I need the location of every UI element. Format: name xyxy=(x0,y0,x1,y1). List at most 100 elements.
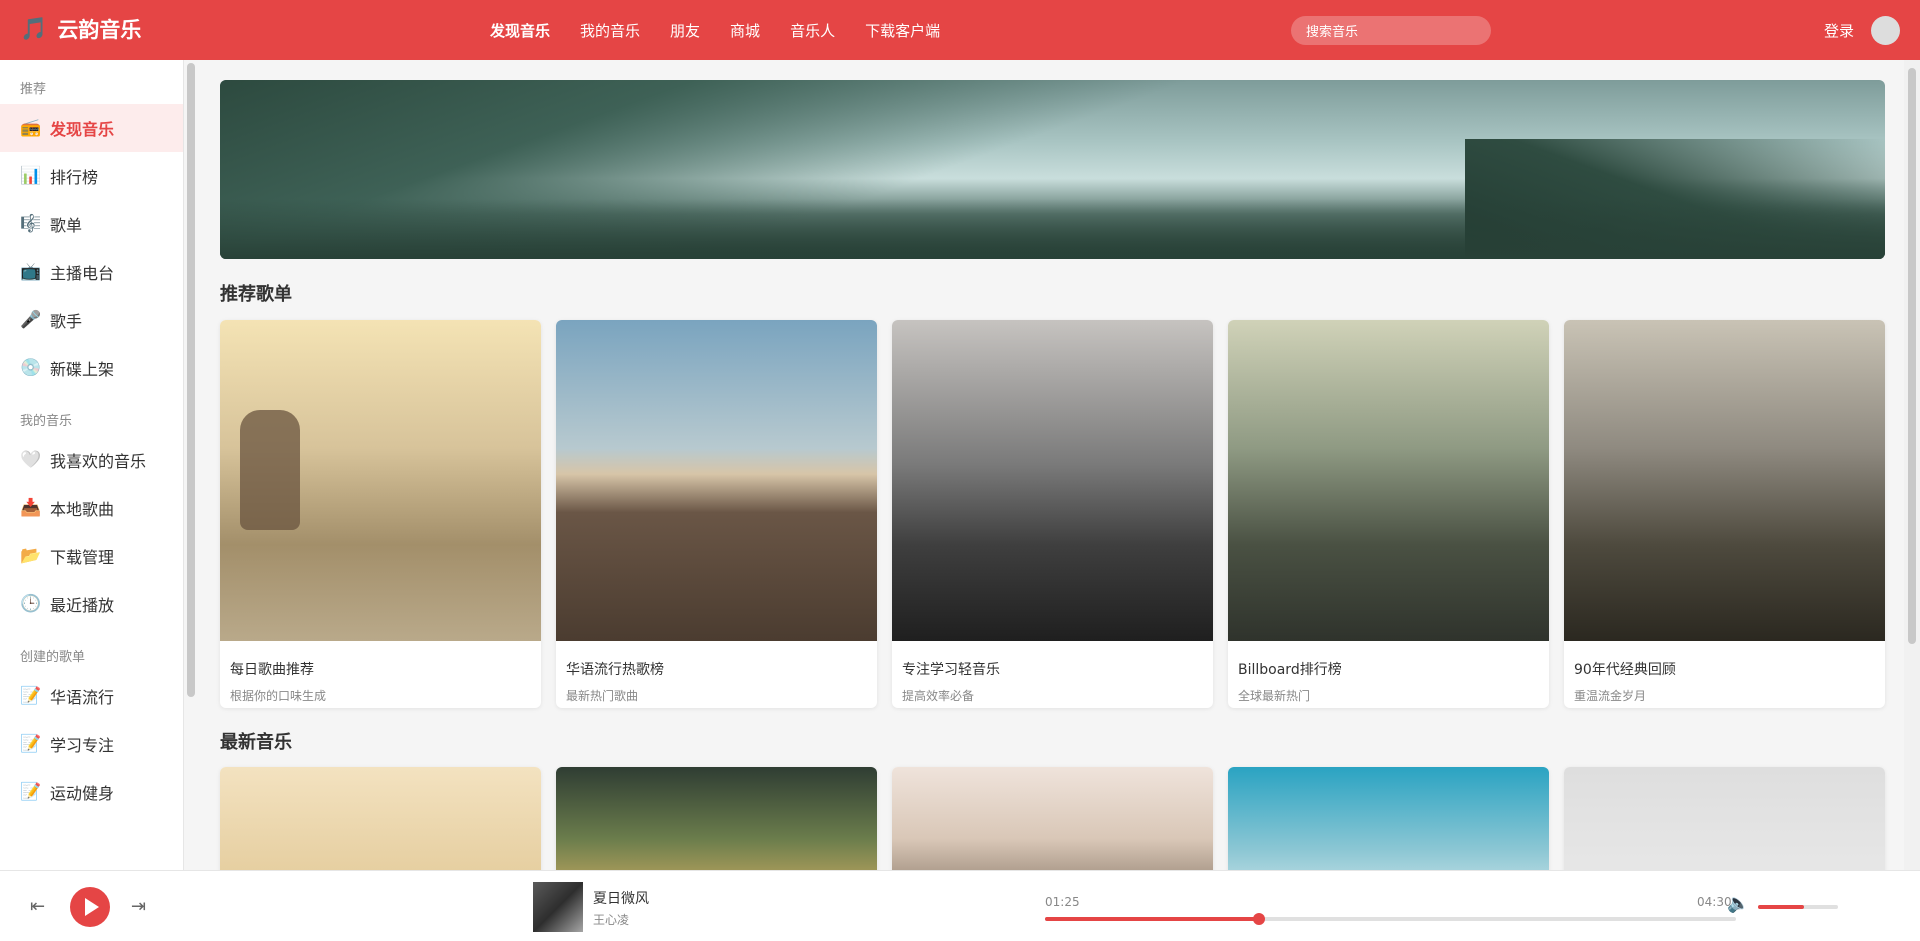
recommended-playlists: 每日歌曲推荐 根据你的口味生成 华语流行热歌榜 最新热门歌曲 专注学习轻音乐 提… xyxy=(220,320,1885,708)
playlist-title: Billboard排行榜 xyxy=(1238,662,1342,678)
memo-icon: 📝 xyxy=(20,686,42,706)
playlist-subtitle: 重温流金岁月 xyxy=(1574,689,1647,703)
progress-handle[interactable] xyxy=(1253,913,1266,925)
main-scrollbar[interactable] xyxy=(1908,68,1916,644)
volume-slider[interactable] xyxy=(1758,905,1838,909)
section-title-new-music: 最新音乐 xyxy=(220,732,292,753)
next-track-icon[interactable]: ⇥ xyxy=(131,896,146,917)
sidebar-item-label: 下载管理 xyxy=(50,548,115,567)
sidebar-item-playlist-pop[interactable]: 📝 华语流行 xyxy=(0,672,183,720)
playlist-subtitle: 最新热门歌曲 xyxy=(566,689,639,703)
now-playing-cover[interactable] xyxy=(533,882,583,932)
heart-icon: 🤍 xyxy=(20,450,42,470)
sidebar-section-title: 推荐 xyxy=(20,82,47,97)
playlist-title: 专注学习轻音乐 xyxy=(902,662,1000,678)
playlist-cover xyxy=(892,320,1213,641)
music-cover xyxy=(220,767,541,870)
playlist-card[interactable]: 专注学习轻音乐 提高效率必备 xyxy=(892,320,1213,708)
sidebar-item-discover[interactable]: 📻 发现音乐 xyxy=(0,104,183,152)
sidebar-item-label: 新碟上架 xyxy=(50,360,115,379)
sidebar: 推荐 📻 发现音乐 📊 排行榜 🎼 歌单 📺 主播电台 🎤 歌手 💿 新碟上架 … xyxy=(0,60,184,870)
previous-track-icon[interactable]: ⇤ xyxy=(30,896,45,917)
volume-fill xyxy=(1758,905,1805,909)
play-button[interactable] xyxy=(70,887,110,927)
sidebar-item-label: 歌手 xyxy=(50,312,83,331)
sidebar-scrollbar[interactable] xyxy=(187,63,195,697)
playlist-card[interactable]: Billboard排行榜 全球最新热门 xyxy=(1228,320,1549,708)
progress-fill xyxy=(1045,917,1260,921)
sidebar-item-playlist-study[interactable]: 📝 学习专注 xyxy=(0,720,183,768)
sidebar-section-title: 创建的歌单 xyxy=(20,650,86,665)
music-card[interactable] xyxy=(220,767,541,870)
sidebar-item-label: 主播电台 xyxy=(50,264,115,283)
music-note-icon: 🎵 xyxy=(20,16,48,42)
app-logo[interactable]: 🎵 云韵音乐 xyxy=(20,14,141,44)
playlist-cover xyxy=(1228,320,1549,641)
sidebar-item-playlists[interactable]: 🎼 歌单 xyxy=(0,200,183,248)
top-header: 🎵 云韵音乐 发现音乐 我的音乐 朋友 商城 音乐人 下载客户端 搜索音乐 登录 xyxy=(0,0,1920,60)
play-icon xyxy=(85,898,99,916)
playlist-card[interactable]: 每日歌曲推荐 根据你的口味生成 xyxy=(220,320,541,708)
memo-icon: 📝 xyxy=(20,734,42,754)
sidebar-item-artists[interactable]: 🎤 歌手 xyxy=(0,296,183,344)
music-cover xyxy=(1564,767,1885,870)
sidebar-item-label: 华语流行 xyxy=(50,688,115,707)
microphone-icon: 🎤 xyxy=(20,310,42,330)
folder-icon: 📂 xyxy=(20,546,42,566)
sidebar-item-recent[interactable]: 🕒 最近播放 xyxy=(0,580,183,628)
playlist-card[interactable]: 华语流行热歌榜 最新热门歌曲 xyxy=(556,320,877,708)
music-card[interactable] xyxy=(892,767,1213,870)
new-music-list xyxy=(220,767,1885,870)
sidebar-item-radio[interactable]: 📺 主播电台 xyxy=(0,248,183,296)
nav-my-music[interactable]: 我的音乐 xyxy=(580,20,640,41)
music-card[interactable] xyxy=(556,767,877,870)
sidebar-item-label: 发现音乐 xyxy=(50,120,115,139)
progress-bar[interactable] xyxy=(1045,913,1736,925)
sidebar-item-playlist-workout[interactable]: 📝 运动健身 xyxy=(0,768,183,816)
music-card[interactable] xyxy=(1228,767,1549,870)
sidebar-item-new-albums[interactable]: 💿 新碟上架 xyxy=(0,344,183,392)
disc-icon: 💿 xyxy=(20,358,42,378)
search-input[interactable]: 搜索音乐 xyxy=(1291,16,1491,45)
sidebar-item-local[interactable]: 📥 本地歌曲 xyxy=(0,484,183,532)
chart-icon: 📊 xyxy=(20,166,42,186)
sidebar-item-liked[interactable]: 🤍 我喜欢的音乐 xyxy=(0,436,183,484)
sidebar-item-label: 歌单 xyxy=(50,216,83,235)
music-card[interactable] xyxy=(1564,767,1885,870)
playlist-icon: 🎼 xyxy=(20,214,42,234)
playlist-subtitle: 提高效率必备 xyxy=(902,689,975,703)
playlist-title: 每日歌曲推荐 xyxy=(230,662,314,678)
time-current: 01:25 xyxy=(1045,895,1080,909)
nav-musician[interactable]: 音乐人 xyxy=(790,20,835,41)
player-bar: ⇤ ⇥ 夏日微风 王心凌 01:25 04:30 🔈 xyxy=(0,870,1920,941)
music-cover xyxy=(892,767,1213,870)
sidebar-item-downloads[interactable]: 📂 下载管理 xyxy=(0,532,183,580)
avatar[interactable] xyxy=(1871,16,1900,45)
nav-store[interactable]: 商城 xyxy=(730,20,760,41)
nav-download-client[interactable]: 下载客户端 xyxy=(865,20,940,41)
playlist-cover xyxy=(1564,320,1885,641)
tv-icon: 📺 xyxy=(20,262,42,282)
music-cover xyxy=(1228,767,1549,870)
memo-icon: 📝 xyxy=(20,782,42,802)
speaker-icon[interactable]: 🔈 xyxy=(1727,893,1749,914)
playlist-subtitle: 根据你的口味生成 xyxy=(230,689,327,703)
sidebar-item-label: 最近播放 xyxy=(50,596,115,615)
sidebar-item-charts[interactable]: 📊 排行榜 xyxy=(0,152,183,200)
playlist-card[interactable]: 90年代经典回顾 重温流金岁月 xyxy=(1564,320,1885,708)
music-cover xyxy=(556,767,877,870)
login-button[interactable]: 登录 xyxy=(1824,20,1854,41)
playlist-cover xyxy=(220,320,541,641)
nav-friends[interactable]: 朋友 xyxy=(670,20,700,41)
song-artist[interactable]: 王心凌 xyxy=(593,911,629,928)
banner-image[interactable] xyxy=(220,80,1885,259)
clock-icon: 🕒 xyxy=(20,594,42,614)
playlist-title: 90年代经典回顾 xyxy=(1574,662,1676,678)
sidebar-item-label: 运动健身 xyxy=(50,784,115,803)
nav-discover[interactable]: 发现音乐 xyxy=(490,20,550,41)
sidebar-item-label: 我喜欢的音乐 xyxy=(50,452,147,471)
sidebar-section-title: 我的音乐 xyxy=(20,414,73,429)
radio-icon: 📻 xyxy=(20,118,42,138)
playlist-cover xyxy=(556,320,877,641)
song-title: 夏日微风 xyxy=(593,891,649,907)
